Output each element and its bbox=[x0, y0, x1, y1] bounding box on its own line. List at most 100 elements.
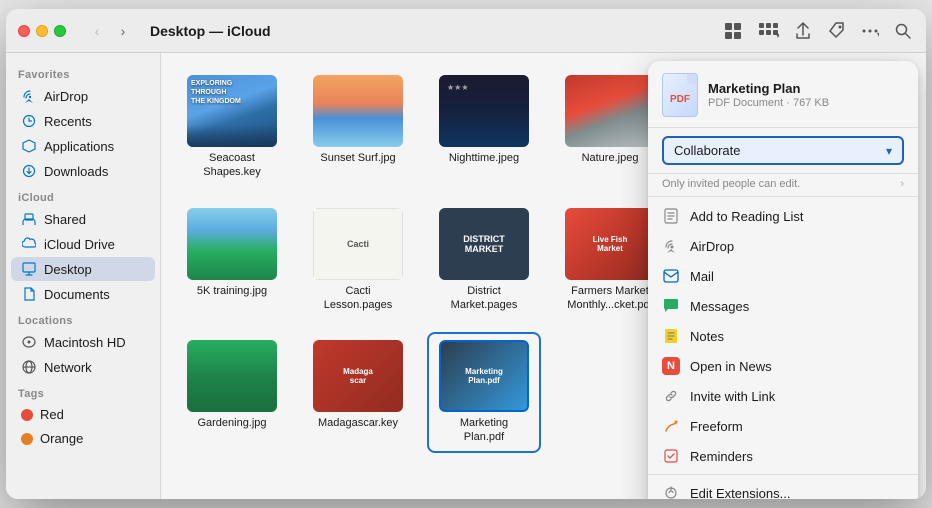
sidebar-network-label: Network bbox=[44, 360, 92, 375]
favorites-label: Favorites bbox=[6, 61, 160, 83]
file-item-5k[interactable]: 5K training.jpg bbox=[177, 202, 287, 319]
collaborate-label: Collaborate bbox=[674, 143, 741, 158]
airdrop-icon bbox=[21, 88, 37, 104]
file-item-seacoast[interactable]: EXPLORINGTHROUGHTHE KINGDOM SeacoastShap… bbox=[177, 69, 287, 186]
titlebar: ‹ › Desktop — iCloud bbox=[6, 9, 926, 53]
popover-file-name: Marketing Plan bbox=[708, 81, 904, 96]
sidebar-item-tag-orange[interactable]: Orange bbox=[11, 427, 155, 450]
sunset-label: Sunset Surf.jpg bbox=[320, 151, 395, 165]
seacoast-label: SeacoastShapes.key bbox=[203, 151, 260, 180]
menu-item-invite-link[interactable]: Invite with Link bbox=[648, 381, 918, 411]
maximize-button[interactable] bbox=[54, 25, 66, 37]
popover-subtitle: Only invited people can edit. › bbox=[648, 174, 918, 197]
farmers-thumb: Live FishMarket bbox=[565, 208, 655, 280]
sidebar-item-tag-red[interactable]: Red bbox=[11, 403, 155, 426]
madagascar-thumb: Madagascar bbox=[313, 340, 403, 412]
popover-file-meta: PDF Document · 767 KB bbox=[708, 97, 904, 109]
icloud-label: iCloud bbox=[6, 184, 160, 206]
popover-file-info: Marketing Plan PDF Document · 767 KB bbox=[708, 81, 904, 109]
mail-icon bbox=[662, 267, 680, 285]
file-item-gardening[interactable]: Gardening.jpg bbox=[177, 334, 287, 451]
marketing-thumb: MarketingPlan.pdf bbox=[439, 340, 529, 412]
tag-button[interactable] bbox=[824, 19, 848, 43]
popover-header: PDF Marketing Plan PDF Document · 767 KB bbox=[648, 61, 918, 128]
sidebar-recents-label: Recents bbox=[44, 114, 92, 129]
more-button[interactable]: ▾ bbox=[858, 20, 882, 42]
sidebar-item-applications[interactable]: Applications bbox=[11, 134, 155, 158]
file-item-cacti[interactable]: Cacti CactiLesson.pages bbox=[303, 202, 413, 319]
path-title: Desktop — iCloud bbox=[150, 23, 714, 39]
news-label: Open in News bbox=[690, 359, 772, 374]
popover-menu: Add to Reading List AirDrop bbox=[648, 197, 918, 499]
sidebar-item-shared[interactable]: Shared bbox=[11, 207, 155, 231]
recents-icon bbox=[21, 113, 37, 129]
file-item-sunset[interactable]: Sunset Surf.jpg bbox=[303, 69, 413, 186]
only-invited-text: Only invited people can edit. bbox=[662, 178, 800, 190]
menu-item-freeform[interactable]: Freeform bbox=[648, 411, 918, 441]
sidebar-item-network[interactable]: Network bbox=[11, 355, 155, 379]
sidebar-item-icloud-drive[interactable]: iCloud Drive bbox=[11, 232, 155, 256]
edit-extensions-icon bbox=[662, 484, 680, 499]
nighttime-label: Nighttime.jpeg bbox=[449, 151, 519, 165]
share-popover: PDF Marketing Plan PDF Document · 767 KB… bbox=[648, 61, 918, 499]
reminders-icon bbox=[662, 447, 680, 465]
collaborate-dropdown[interactable]: Collaborate ▾ bbox=[662, 136, 904, 165]
nature-thumb bbox=[565, 75, 655, 147]
view-toggle-button[interactable] bbox=[722, 20, 746, 42]
sidebar-item-desktop[interactable]: Desktop bbox=[11, 257, 155, 281]
menu-item-reminders[interactable]: Reminders bbox=[648, 441, 918, 471]
sidebar-item-documents[interactable]: Documents bbox=[11, 282, 155, 306]
menu-item-news[interactable]: N Open in News bbox=[648, 351, 918, 381]
invite-link-label: Invite with Link bbox=[690, 389, 775, 404]
menu-item-notes[interactable]: Notes bbox=[648, 321, 918, 351]
menu-item-messages[interactable]: Messages bbox=[648, 291, 918, 321]
freeform-label: Freeform bbox=[690, 419, 743, 434]
messages-label: Messages bbox=[690, 299, 749, 314]
file-item-marketing[interactable]: MarketingPlan.pdf MarketingPlan.pdf bbox=[429, 334, 539, 451]
freeform-icon bbox=[662, 417, 680, 435]
search-button[interactable] bbox=[892, 20, 914, 42]
airdrop-share-label: AirDrop bbox=[690, 239, 734, 254]
file-item-district[interactable]: DISTRICTMARKET DistrictMarket.pages bbox=[429, 202, 539, 319]
reminders-label: Reminders bbox=[690, 449, 753, 464]
sidebar-macintosh-label: Macintosh HD bbox=[44, 335, 126, 350]
farmers-label: Farmers MarketMonthly...cket.pdf bbox=[567, 284, 652, 313]
back-button[interactable]: ‹ bbox=[86, 20, 108, 42]
documents-icon bbox=[21, 286, 37, 302]
main-content: Favorites AirDrop bbox=[6, 53, 926, 499]
invite-link-icon bbox=[662, 387, 680, 405]
minimize-button[interactable] bbox=[36, 25, 48, 37]
sidebar: Favorites AirDrop bbox=[6, 53, 161, 499]
sidebar-documents-label: Documents bbox=[44, 287, 110, 302]
menu-item-mail[interactable]: Mail bbox=[648, 261, 918, 291]
file-item-nighttime[interactable]: Nighttime.jpeg bbox=[429, 69, 539, 186]
reading-list-label: Add to Reading List bbox=[690, 209, 803, 224]
cacti-thumb: Cacti bbox=[313, 208, 403, 280]
menu-item-reading-list[interactable]: Add to Reading List bbox=[648, 201, 918, 231]
popover-collaborate-section: Collaborate ▾ bbox=[648, 128, 918, 174]
edit-extensions-item[interactable]: Edit Extensions... bbox=[648, 478, 918, 499]
sidebar-item-recents[interactable]: Recents bbox=[11, 109, 155, 133]
nav-buttons: ‹ › bbox=[86, 20, 134, 42]
sidebar-item-airdrop[interactable]: AirDrop bbox=[11, 84, 155, 108]
shared-icon bbox=[21, 211, 37, 227]
close-button[interactable] bbox=[18, 25, 30, 37]
edit-extensions-label: Edit Extensions... bbox=[690, 486, 790, 500]
icloud-drive-icon bbox=[21, 236, 37, 252]
sort-button[interactable]: ▾ bbox=[756, 20, 782, 42]
sidebar-item-downloads[interactable]: Downloads bbox=[11, 159, 155, 183]
news-icon: N bbox=[662, 357, 680, 375]
forward-button[interactable]: › bbox=[112, 20, 134, 42]
5k-thumb bbox=[187, 208, 277, 280]
locations-label: Locations bbox=[6, 307, 160, 329]
sidebar-item-macintosh-hd[interactable]: Macintosh HD bbox=[11, 330, 155, 354]
orange-tag-dot bbox=[21, 433, 33, 445]
notes-label: Notes bbox=[690, 329, 724, 344]
desktop-icon bbox=[21, 261, 37, 277]
red-tag-dot bbox=[21, 409, 33, 421]
airdrop-share-icon bbox=[662, 237, 680, 255]
file-item-madagascar[interactable]: Madagascar Madagascar.key bbox=[303, 334, 413, 451]
sidebar-applications-label: Applications bbox=[44, 139, 114, 154]
menu-item-airdrop[interactable]: AirDrop bbox=[648, 231, 918, 261]
share-button[interactable] bbox=[792, 19, 814, 43]
